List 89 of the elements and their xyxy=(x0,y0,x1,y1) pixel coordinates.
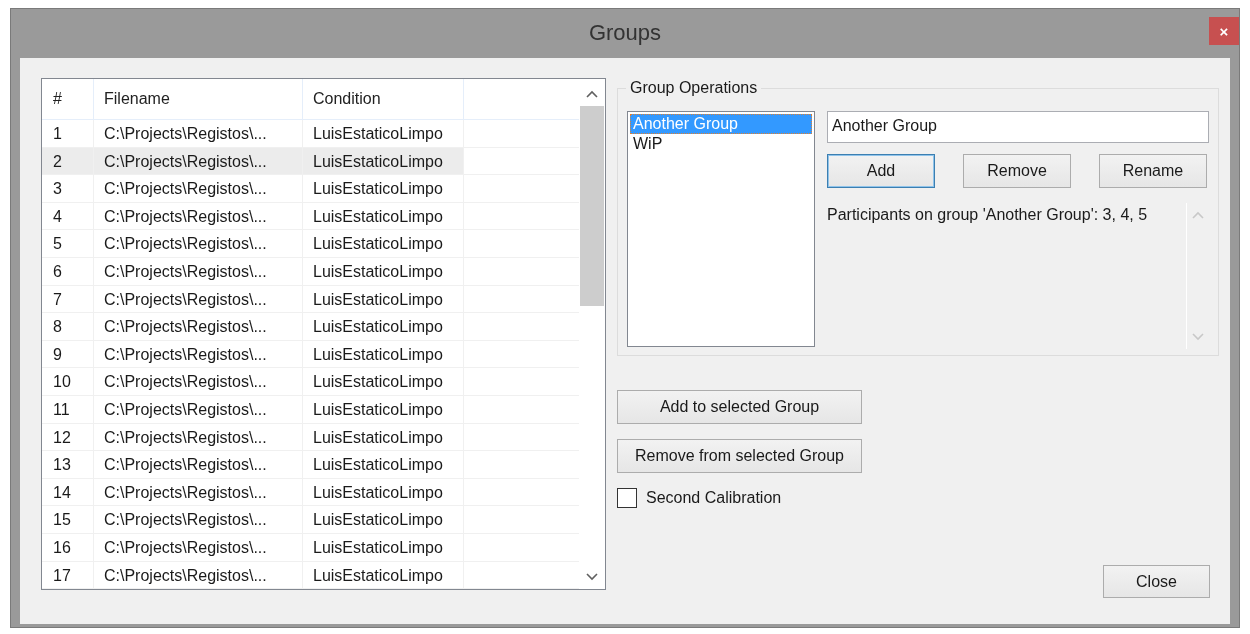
table-row[interactable]: 17 C:\Projects\Registos\... LuisEstaticoLimpo xyxy=(42,561,464,589)
group-name-field[interactable]: Another Group xyxy=(827,111,1209,143)
table-row[interactable]: 1 C:\Projects\Registos\... LuisEstaticoLimpo xyxy=(42,120,464,147)
table-cell: LuisEstaticoLimpo xyxy=(303,120,464,147)
table-cell: C:\Projects\Registos\... xyxy=(94,506,303,533)
table-cell: LuisEstaticoLimpo xyxy=(303,313,464,340)
table-row[interactable]: 9 C:\Projects\Registos\... LuisEstaticoLimpo xyxy=(42,340,464,368)
group-button[interactable]: Add xyxy=(827,154,935,188)
table-cell: LuisEstaticoLimpo xyxy=(303,423,464,451)
table-row[interactable]: 3 C:\Projects\Registos\... LuisEstaticoLimpo xyxy=(42,175,464,202)
action-button[interactable]: Remove from selected Group xyxy=(617,439,862,473)
table-row[interactable]: 15 C:\Projects\Registos\... LuisEstaticoLimpo xyxy=(42,506,464,533)
table-cell: C:\Projects\Registos\... xyxy=(94,423,303,451)
table-cell: C:\Projects\Registos\... xyxy=(94,147,303,175)
table-row[interactable]: 2 C:\Projects\Registos\... LuisEstaticoLimpo xyxy=(42,147,464,175)
table-cell: LuisEstaticoLimpo xyxy=(303,451,464,478)
group-button[interactable]: Remove xyxy=(963,154,1071,188)
table-cell: LuisEstaticoLimpo xyxy=(303,230,464,257)
column-header[interactable]: # xyxy=(42,79,94,119)
table-row[interactable]: 4 C:\Projects\Registos\... LuisEstaticoLimpo xyxy=(42,202,464,230)
table-cell: 12 xyxy=(42,423,94,451)
table-cell: LuisEstaticoLimpo xyxy=(303,368,464,395)
table-cell: C:\Projects\Registos\... xyxy=(94,395,303,423)
table-cell: 16 xyxy=(42,533,94,561)
table-row[interactable]: 5 C:\Projects\Registos\... LuisEstaticoLimpo xyxy=(42,230,464,257)
table-cell: LuisEstaticoLimpo xyxy=(303,147,464,175)
table-cell: C:\Projects\Registos\... xyxy=(94,202,303,230)
table-cell: C:\Projects\Registos\... xyxy=(94,533,303,561)
table-cell: LuisEstaticoLimpo xyxy=(303,533,464,561)
scrollbar-thumb[interactable] xyxy=(580,106,604,306)
group-button[interactable]: Rename xyxy=(1099,154,1207,188)
table-row[interactable]: 12 C:\Projects\Registos\... LuisEstaticoLimpo xyxy=(42,423,464,451)
table-cell: C:\Projects\Registos\... xyxy=(94,285,303,313)
table-cell: 4 xyxy=(42,202,94,230)
table-cell: 8 xyxy=(42,313,94,340)
column-header[interactable]: Condition xyxy=(303,79,464,119)
table-cell: LuisEstaticoLimpo xyxy=(303,340,464,368)
table-cell: 10 xyxy=(42,368,94,395)
group-list[interactable]: Another Group WiP xyxy=(627,111,815,347)
table-cell: 1 xyxy=(42,120,94,147)
table-row[interactable]: 11 C:\Projects\Registos\... LuisEstaticoLimpo xyxy=(42,395,464,423)
table-cell: C:\Projects\Registos\... xyxy=(94,175,303,202)
table-cell: 7 xyxy=(42,285,94,313)
table-row[interactable]: 13 C:\Projects\Registos\... LuisEstaticoLimpo xyxy=(42,451,464,478)
table-cell: 11 xyxy=(42,395,94,423)
table-cell: C:\Projects\Registos\... xyxy=(94,478,303,506)
close-button[interactable]: × xyxy=(1209,17,1239,45)
table-cell: LuisEstaticoLimpo xyxy=(303,395,464,423)
table-cell: 5 xyxy=(42,230,94,257)
group-box-title: Group Operations xyxy=(626,79,762,97)
participants-text: Participants on group 'Another Group': 3, 4, 5 xyxy=(827,206,1148,223)
table-cell: LuisEstaticoLimpo xyxy=(303,506,464,533)
table-cell: LuisEstaticoLimpo xyxy=(303,175,464,202)
table-cell: 9 xyxy=(42,340,94,368)
table-cell: 14 xyxy=(42,478,94,506)
table-cell: 15 xyxy=(42,506,94,533)
table-cell: C:\Projects\Registos\... xyxy=(94,368,303,395)
checkbox[interactable] xyxy=(617,488,637,508)
table-cell: 13 xyxy=(42,451,94,478)
table-row[interactable]: 7 C:\Projects\Registos\... LuisEstaticoLimpo xyxy=(42,285,464,313)
table-cell: 2 xyxy=(42,147,94,175)
table-cell: C:\Projects\Registos\... xyxy=(94,561,303,589)
table-cell: LuisEstaticoLimpo xyxy=(303,202,464,230)
table-cell: C:\Projects\Registos\... xyxy=(94,340,303,368)
table-cell: 3 xyxy=(42,175,94,202)
table-cell: C:\Projects\Registos\... xyxy=(94,257,303,285)
table-cell: C:\Projects\Registos\... xyxy=(94,451,303,478)
table-cell: LuisEstaticoLimpo xyxy=(303,478,464,506)
table-cell: C:\Projects\Registos\... xyxy=(94,230,303,257)
column-header[interactable]: Filename xyxy=(94,79,303,119)
table-row[interactable]: 8 C:\Projects\Registos\... LuisEstaticoLimpo xyxy=(42,313,464,340)
scroll-up-icon[interactable] xyxy=(586,90,598,98)
table-cell: 6 xyxy=(42,257,94,285)
table-cell: LuisEstaticoLimpo xyxy=(303,561,464,589)
table-cell: 17 xyxy=(42,561,94,589)
close-dialog-button[interactable]: Close xyxy=(1103,565,1210,598)
window-title: Groups xyxy=(588,19,662,46)
table-row[interactable]: 16 C:\Projects\Registos\... LuisEstaticoLimpo xyxy=(42,533,464,561)
table-cell: LuisEstaticoLimpo xyxy=(303,257,464,285)
table-cell: C:\Projects\Registos\... xyxy=(94,120,303,147)
table-cell: C:\Projects\Registos\... xyxy=(94,313,303,340)
table-row[interactable]: 14 C:\Projects\Registos\... LuisEstaticoLimpo xyxy=(42,478,464,506)
table-row[interactable]: 10 C:\Projects\Registos\... LuisEstaticoLimpo xyxy=(42,368,464,395)
table-row[interactable]: 6 C:\Projects\Registos\... LuisEstaticoLimpo xyxy=(42,257,464,285)
checkbox-label[interactable]: Second Calibration xyxy=(646,489,782,507)
action-button[interactable]: Add to selected Group xyxy=(617,390,862,424)
group-list-item[interactable]: WiP xyxy=(630,134,812,154)
table-cell: LuisEstaticoLimpo xyxy=(303,285,464,313)
scroll-down-icon[interactable] xyxy=(586,573,598,581)
